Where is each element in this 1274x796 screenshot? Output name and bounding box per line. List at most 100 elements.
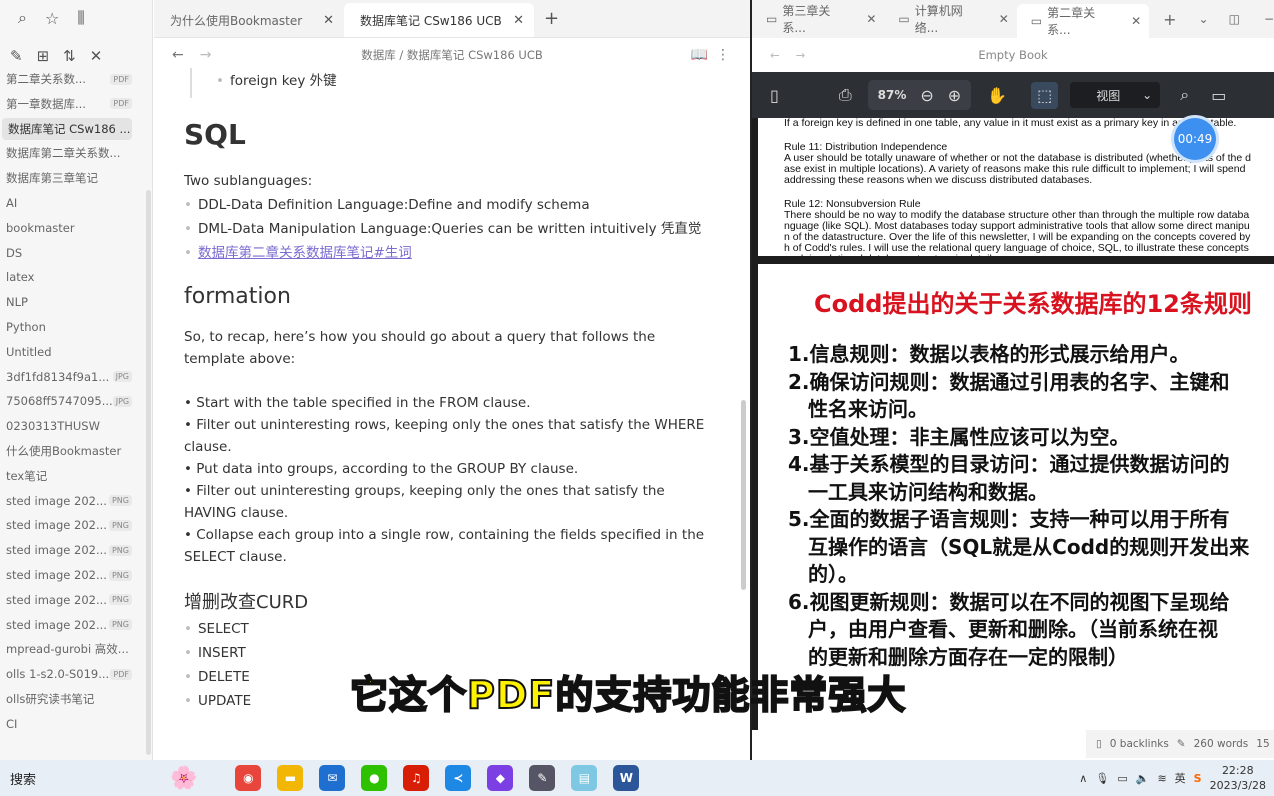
sidebar-file-item[interactable]: Python [0,316,140,338]
close-icon[interactable]: ✕ [323,13,334,28]
sidebar-file-item[interactable]: mpread-gurobi 高效... [0,638,140,660]
area-select-icon[interactable]: ⬚ [1031,81,1059,109]
sidebar-file-item[interactable]: sted image 202... PNG [0,564,140,586]
star-icon[interactable]: ☆ [45,9,59,28]
tab-chapter3[interactable]: ▭ 第三章关系... ✕ [752,2,884,36]
note-navbar: ← → 数据库 / 数据库笔记 CSw186 UCB 📖 ⋮ [154,38,750,72]
sidebar-file-item[interactable]: sted image 202... PNG [0,490,140,512]
sidebar-file-item[interactable]: sted image 202... PNG [0,514,140,536]
tab-bookmaster[interactable]: 为什么使用Bookmaster ✕ [154,3,344,37]
wechat-icon[interactable]: ● [361,765,388,791]
tab-database-notes[interactable]: 数据库笔记 CSw186 UCB ✕ [344,3,534,37]
taskbar-search[interactable]: 搜索 [10,769,170,788]
close-icon[interactable]: ✕ [513,13,524,28]
step-item: • Start with the table specified in the … [184,395,531,411]
sort-icon[interactable]: ⇅ [63,47,76,65]
sidebar-file-item[interactable]: 什么使用Bookmaster [0,440,140,462]
recording-timer[interactable]: 00:49 [1174,118,1216,160]
sidebar-file-item[interactable]: olls研究读书笔记 [0,688,140,710]
rule-line: 5.全面的数据子语言规则：支持一种可以用于所有 [788,507,1230,531]
sidebar-file-item[interactable]: AI [0,192,140,214]
new-tab-button[interactable]: + [534,8,559,37]
more-options-icon[interactable]: ⋮ [716,47,730,63]
backlinks-count[interactable]: 0 backlinks [1110,738,1169,750]
battery-icon[interactable]: ▭ [1117,772,1127,785]
sidebar-file-item[interactable]: NLP [0,291,140,313]
sidebar-file-item[interactable]: tex笔记 [0,465,140,487]
search-icon[interactable]: ⌕ [18,8,27,28]
sogou-icon[interactable]: S [1194,772,1202,785]
new-folder-icon[interactable]: ⊞ [37,47,50,65]
collapse-icon[interactable]: ✕ [90,47,103,65]
sidebar-file-item[interactable]: 3df1fd8134f9a1... JPG [0,366,140,388]
split-view-icon[interactable]: ◫ [1229,12,1240,26]
rule-line: 4.基于关系模型的目录访问：通过提供数据访问的 [788,452,1230,476]
breadcrumb-folder[interactable]: 数据库 [361,48,396,62]
reading-view-icon[interactable]: 📖 [691,47,708,63]
sidebar-file-item[interactable]: CI [0,713,140,735]
note-scrollbar[interactable] [741,400,746,590]
tab-chapter2[interactable]: ▭ 第二章关系... ✕ [1016,4,1150,38]
zoom-in-icon[interactable]: ⊕ [948,86,961,105]
netease-music-icon[interactable]: ♫ [403,765,430,791]
sidebar-file-item[interactable]: bookmaster [0,217,140,239]
sidebar-file-item[interactable]: sted image 202... PNG [0,539,140,561]
word-icon[interactable]: W [613,765,640,791]
sidebar-file-item[interactable]: 数据库笔记 CSw186 ... [2,117,132,140]
sidebar-file-item[interactable]: olls 1-s2.0-S019... PDF [0,663,140,685]
minimize-icon[interactable]: − [1264,12,1274,26]
microphone-icon[interactable]: 🎙 [1095,772,1109,785]
rule-line: 3.空值处理：非主属性应该可以为空。 [788,424,1130,449]
clock[interactable]: 22:28 2023/3/28 [1210,763,1266,793]
internal-link[interactable]: 数据库第二章关系数据库笔记#生词 [198,245,412,261]
sidebar-file-item[interactable]: 数据库第三章笔记 [0,167,140,189]
sidebar-scrollbar[interactable] [146,190,151,755]
heading-formation: formation [184,284,291,309]
mail-icon[interactable]: ✉ [319,765,346,791]
hand-tool-icon[interactable]: ✋ [987,86,1007,105]
chevron-down-icon[interactable]: ⌄ [1199,12,1209,26]
sidebar-file-item[interactable]: sted image 202... PNG [0,589,140,611]
rule-line: 2.确保访问规则：数据通过引用表的名字、主键和 [788,369,1230,394]
pdf-text-line: explain relational database structure in… [784,254,1274,257]
new-tab-icon[interactable]: + [1163,10,1176,29]
chevron-up-icon[interactable]: ∧ [1079,772,1087,785]
close-icon[interactable]: ✕ [999,12,1009,26]
obsidian-icon[interactable]: ◆ [487,765,514,791]
file-name: 第一章数据库... [6,96,86,111]
note-pane: 为什么使用Bookmaster ✕ 数据库笔记 CSw186 UCB ✕ + ← →… [154,0,750,760]
view-select[interactable]: 视图 ⌄ [1070,82,1161,108]
close-icon[interactable]: ✕ [866,12,876,26]
new-note-icon[interactable]: ✎ [10,47,23,65]
page-settings-icon[interactable]: ⎙ [839,85,852,105]
sidebar-file-item[interactable]: Untitled [0,341,140,363]
sidebar-file-item[interactable]: 第一章数据库... PDF [0,93,140,115]
pdf-text-line: addressing these reasons when we discuss… [784,174,1093,186]
library-icon[interactable]: ⫼ [77,8,84,28]
vscode-icon[interactable]: ≺ [445,765,472,791]
paragraph: So, to recap, here’s how you should go a… [184,329,656,367]
sidebar-file-item[interactable]: DS [0,242,140,264]
zoom-out-icon[interactable]: ⊖ [920,86,933,105]
sidebar-file-item[interactable]: latex [0,266,140,288]
search-icon[interactable]: ⌕ [1180,85,1189,105]
zoom-select[interactable]: 87% [878,88,907,102]
comment-icon[interactable]: ▭ [1211,86,1226,105]
ime-icon[interactable]: 英 [1175,770,1186,786]
sidebar-file-item[interactable]: 第二章关系数... PDF [0,68,140,90]
note-content[interactable]: foreign key 外键 SQL Two sublanguages: DDL… [184,68,714,712]
sidebar-file-item[interactable]: 数据库第二章关系数... [0,142,140,164]
app-icon[interactable]: ✎ [529,765,556,791]
sidebar-file-item[interactable]: sted image 202... PNG [0,614,140,636]
wifi-icon[interactable]: ≋ [1157,772,1166,785]
sidebar-toggle-icon[interactable]: ▯ [770,86,779,105]
tab-network[interactable]: ▭ 计算机网络... ✕ [884,2,1016,36]
chrome-icon[interactable]: ◉ [235,765,262,791]
file-explorer-icon[interactable]: ▬ [277,765,304,791]
close-icon[interactable]: ✕ [1131,14,1141,28]
sidebar-file-item[interactable]: 75068ff5747095... JPG [0,390,140,412]
sidebar-file-item[interactable]: 0230313THUSW [0,415,140,437]
volume-icon[interactable]: 🔈 [1136,772,1150,785]
notepad-icon[interactable]: ▤ [571,765,598,791]
pdf-viewer[interactable]: If a foreign key is defined in one table… [752,118,1274,730]
